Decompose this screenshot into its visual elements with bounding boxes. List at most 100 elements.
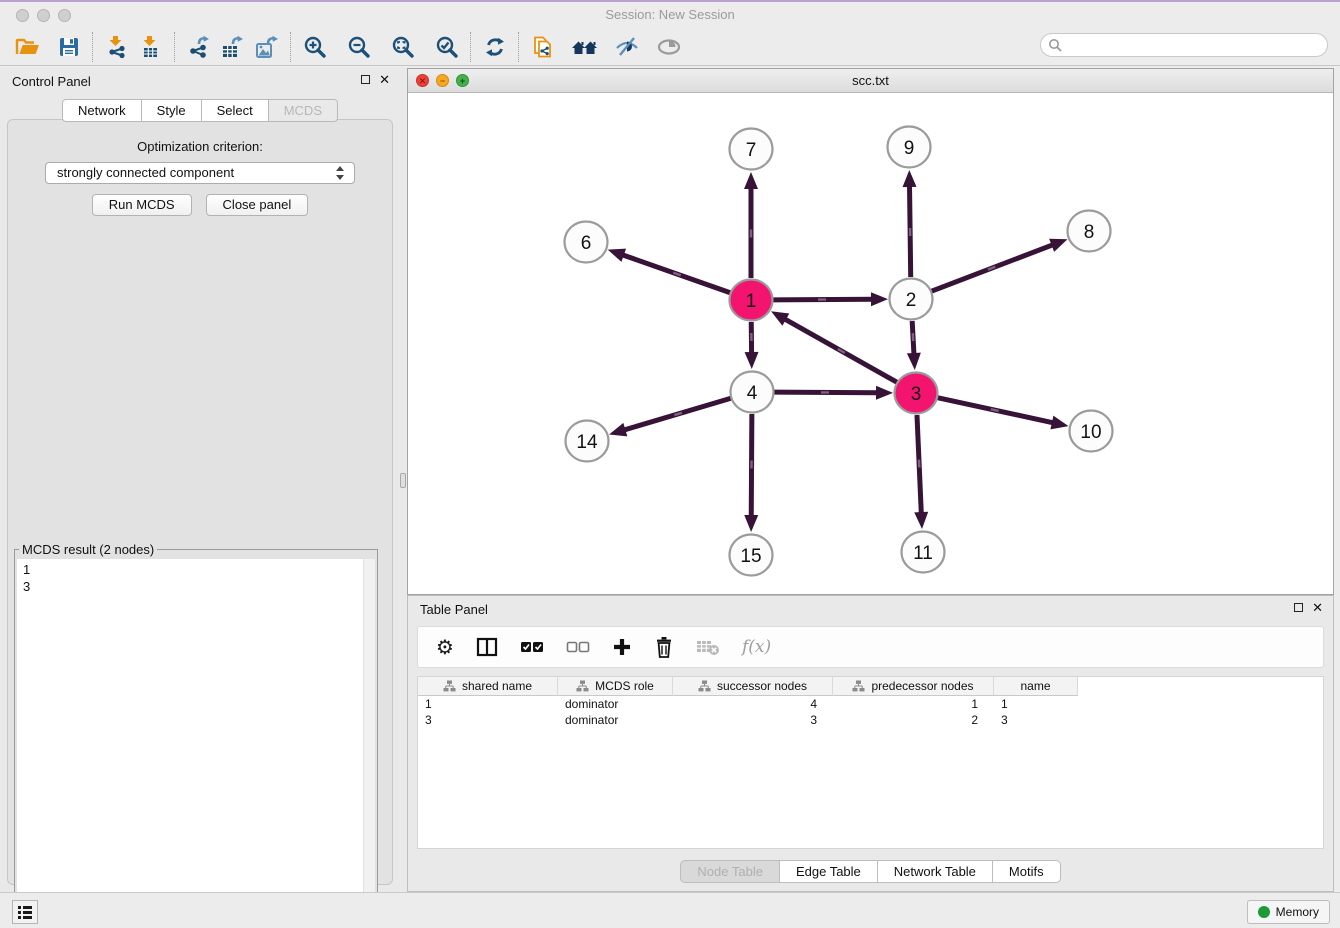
- column-header-name[interactable]: name: [994, 677, 1078, 696]
- control-panel-title: Control Panel: [12, 74, 91, 89]
- column-header-successor-nodes[interactable]: successor nodes: [673, 677, 833, 696]
- network-canvas[interactable]: 1 2 3 4 6 7 8 9 10 11 14 15: [408, 93, 1333, 594]
- hide-selected-icon[interactable]: [610, 31, 644, 63]
- show-all-icon[interactable]: [652, 31, 686, 63]
- table-cell[interactable]: 1: [418, 696, 558, 712]
- save-session-icon[interactable]: [52, 31, 86, 63]
- deselect-all-icon[interactable]: [566, 639, 590, 655]
- graph-node-8[interactable]: 8: [1068, 211, 1111, 252]
- memory-button[interactable]: Memory: [1247, 900, 1330, 924]
- panel-list-button[interactable]: [12, 900, 38, 924]
- table-columns-icon[interactable]: [476, 636, 498, 658]
- graph-node-4[interactable]: 4: [731, 372, 774, 413]
- tab-edge-table[interactable]: Edge Table: [780, 860, 878, 883]
- tab-network[interactable]: Network: [62, 99, 142, 122]
- optimization-criterion-label: Optimization criterion:: [8, 139, 392, 154]
- divider-grip[interactable]: [400, 473, 406, 488]
- column-header-mcds-role[interactable]: MCDS role: [558, 677, 673, 696]
- graph-node-15[interactable]: 15: [730, 535, 773, 576]
- table-cell[interactable]: 1: [994, 696, 1078, 712]
- home-icon[interactable]: [568, 31, 602, 63]
- tab-mcds[interactable]: MCDS: [269, 99, 338, 122]
- tab-select[interactable]: Select: [202, 99, 269, 122]
- table-cell[interactable]: 1: [833, 696, 994, 712]
- search-box[interactable]: [1040, 33, 1328, 57]
- criterion-dropdown[interactable]: strongly connected component: [45, 162, 355, 184]
- table-row[interactable]: 3dominator323: [418, 712, 1323, 728]
- graph-node-1[interactable]: 1: [730, 280, 773, 321]
- zoom-out-icon[interactable]: [342, 31, 376, 63]
- float-table-panel-icon[interactable]: [1294, 603, 1303, 612]
- table-toolbar: ⚙ f(x): [417, 626, 1324, 668]
- graph-node-2[interactable]: 2: [890, 279, 933, 320]
- table-cell[interactable]: dominator: [558, 696, 673, 712]
- refresh-icon[interactable]: [478, 31, 512, 63]
- export-network-icon[interactable]: [182, 31, 216, 63]
- toolbar-separator: [290, 32, 292, 62]
- graph-node-9[interactable]: 9: [888, 127, 931, 168]
- zoom-selected-icon[interactable]: [430, 31, 464, 63]
- export-table-icon[interactable]: [216, 31, 250, 63]
- memory-label: Memory: [1276, 905, 1319, 919]
- column-type-icon: [852, 680, 865, 693]
- graph-node-10[interactable]: 10: [1070, 411, 1113, 452]
- tab-style[interactable]: Style: [142, 99, 202, 122]
- close-panel-icon[interactable]: ✕: [379, 74, 390, 85]
- panel-divider[interactable]: [400, 68, 407, 892]
- table-tabs: Node TableEdge TableNetwork TableMotifs: [408, 860, 1333, 883]
- float-panel-icon[interactable]: [361, 75, 370, 84]
- network-title: scc.txt: [408, 73, 1333, 88]
- network-window-titlebar[interactable]: ✕ − + scc.txt: [408, 69, 1333, 93]
- graph-node-label: 6: [581, 233, 592, 254]
- search-input[interactable]: [1065, 35, 1319, 57]
- delete-table-icon[interactable]: [696, 637, 720, 657]
- graph-node-label: 15: [740, 546, 761, 567]
- toolbar-separator: [174, 32, 176, 62]
- table-cell[interactable]: 2: [833, 712, 994, 728]
- export-image-icon[interactable]: [250, 31, 284, 63]
- graph-node-6[interactable]: 6: [565, 222, 608, 263]
- import-network-icon[interactable]: [100, 31, 134, 63]
- column-header-label: MCDS role: [595, 679, 654, 693]
- tab-network-table[interactable]: Network Table: [878, 860, 993, 883]
- graph-node-label: 3: [911, 384, 922, 405]
- table-cell[interactable]: dominator: [558, 712, 673, 728]
- select-all-icon[interactable]: [520, 639, 544, 655]
- zoom-in-icon[interactable]: [298, 31, 332, 63]
- control-panel: Control Panel ✕ NetworkStyleSelectMCDS O…: [0, 68, 400, 892]
- table-cell[interactable]: 3: [418, 712, 558, 728]
- graph-node-7[interactable]: 7: [730, 129, 773, 170]
- function-builder-icon[interactable]: f(x): [742, 637, 771, 657]
- add-row-icon[interactable]: [612, 637, 632, 657]
- node-table[interactable]: shared name MCDS role successor nodesprede…: [417, 676, 1324, 849]
- table-cell[interactable]: 4: [673, 696, 833, 712]
- close-table-panel-icon[interactable]: ✕: [1312, 602, 1323, 613]
- open-session-icon[interactable]: [10, 31, 44, 63]
- mcds-result-line: 1: [23, 561, 369, 578]
- import-table-icon[interactable]: [134, 31, 168, 63]
- graph-node-3[interactable]: 3: [895, 373, 938, 414]
- table-cell[interactable]: 3: [994, 712, 1078, 728]
- column-header-shared-name[interactable]: shared name: [418, 677, 558, 696]
- graph-edge-arrow: [907, 353, 921, 370]
- result-scrollbar[interactable]: [363, 559, 375, 905]
- table-panel-title: Table Panel: [420, 602, 488, 617]
- mcds-result-box: MCDS result (2 nodes) 13: [14, 542, 378, 908]
- table-cell[interactable]: 3: [673, 712, 833, 728]
- duplicate-network-icon[interactable]: [526, 31, 560, 63]
- close-panel-button[interactable]: Close panel: [206, 194, 309, 216]
- graph-node-14[interactable]: 14: [566, 421, 609, 462]
- zoom-fit-icon[interactable]: [386, 31, 420, 63]
- graph-edge-arrow: [744, 515, 758, 532]
- graph-node-11[interactable]: 11: [902, 532, 945, 573]
- table-settings-icon[interactable]: ⚙: [436, 637, 454, 657]
- mcds-result-list[interactable]: 13: [17, 559, 375, 905]
- tab-motifs[interactable]: Motifs: [993, 860, 1061, 883]
- table-row[interactable]: 1dominator411: [418, 696, 1323, 712]
- column-header-predecessor-nodes[interactable]: predecessor nodes: [833, 677, 994, 696]
- search-icon: [1048, 38, 1063, 53]
- tab-node-table[interactable]: Node Table: [680, 860, 780, 883]
- delete-row-icon[interactable]: [654, 636, 674, 658]
- control-panel-tabs: NetworkStyleSelectMCDS: [0, 99, 400, 122]
- run-mcds-button[interactable]: Run MCDS: [92, 194, 192, 216]
